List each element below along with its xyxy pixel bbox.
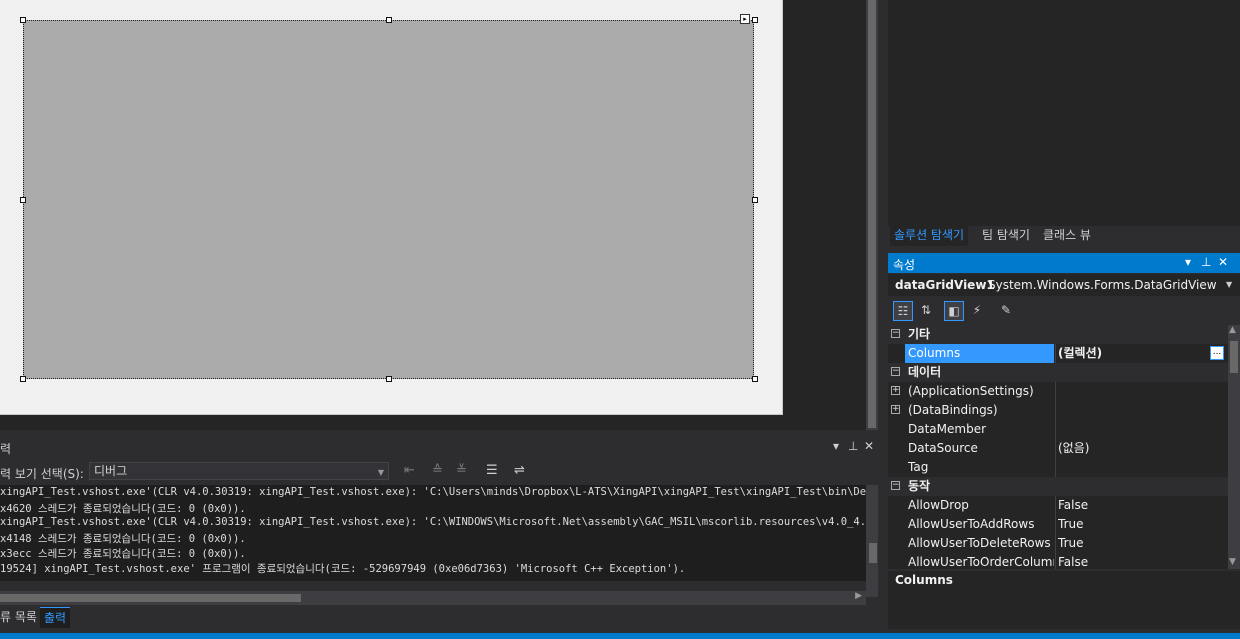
status-bar bbox=[0, 633, 1240, 639]
scrollbar-thumb[interactable] bbox=[868, 0, 876, 428]
property-row-data-source[interactable]: DataSource (없음) bbox=[888, 439, 1228, 458]
resize-handle-top[interactable] bbox=[386, 17, 392, 23]
scroll-up-icon[interactable]: ▲ bbox=[1229, 325, 1236, 335]
category-behavior[interactable]: − 동작 bbox=[888, 477, 1228, 496]
output-horizontal-scrollbar[interactable]: ▶ bbox=[0, 591, 866, 605]
window-position-icon[interactable]: ▾ bbox=[1185, 255, 1191, 269]
scrollbar-thumb[interactable] bbox=[1230, 341, 1238, 373]
collapse-icon[interactable]: − bbox=[891, 367, 900, 376]
close-icon[interactable]: ✕ bbox=[1218, 255, 1228, 269]
show-output-from-label: 력 보기 선택(S): bbox=[0, 467, 84, 481]
property-grid-scrollbar[interactable]: ▲ ▼ bbox=[1228, 325, 1240, 569]
output-line: x4620 스레드가 종료되었습니다(코드: 0 (0x0)). bbox=[0, 503, 246, 515]
output-line: xingAPI_Test.vshost.exe'(CLR v4.0.30319:… bbox=[0, 516, 866, 528]
resize-handle-bottom[interactable] bbox=[386, 376, 392, 382]
resize-handle-right[interactable] bbox=[752, 197, 758, 203]
output-line: x3ecc 스레드가 종료되었습니다(코드: 0 (0x0)). bbox=[0, 548, 246, 560]
resize-handle-left[interactable] bbox=[20, 197, 26, 203]
output-panel: 력 ▾ ⊥ ✕ 력 보기 선택(S): 디버그 ▼ ⇤ ≙ ≚ ☰ ⇌ xing… bbox=[0, 433, 880, 639]
properties-icon[interactable]: ◧ bbox=[944, 301, 964, 321]
category-data[interactable]: − 데이터 bbox=[888, 363, 1228, 382]
tab-error-list[interactable]: 류 목록 bbox=[0, 607, 41, 627]
scrollbar-thumb[interactable] bbox=[869, 543, 877, 563]
word-wrap-icon[interactable]: ⇌ bbox=[514, 463, 525, 478]
collapse-icon[interactable]: − bbox=[891, 481, 900, 490]
chevron-down-icon[interactable]: ▼ bbox=[1226, 280, 1232, 289]
resize-handle-top-right[interactable] bbox=[752, 17, 758, 23]
output-text-area[interactable]: xingAPI_Test.vshost.exe'(CLR v4.0.30319:… bbox=[0, 485, 866, 581]
property-description-pane: Columns bbox=[888, 571, 1240, 629]
property-row-data-member[interactable]: DataMember bbox=[888, 420, 1228, 439]
property-row-allow-user-to-order-columns[interactable]: AllowUserToOrderColumns False bbox=[888, 553, 1228, 569]
property-row-allow-user-to-delete-rows[interactable]: AllowUserToDeleteRows True bbox=[888, 534, 1228, 553]
object-name: dataGridView1 bbox=[895, 278, 995, 292]
right-tool-column: 솔루션 탐색기 팀 탐색기 클래스 뷰 속성 ▾ ⊥ ✕ dataGridVie… bbox=[878, 0, 1240, 633]
property-row-data-bindings[interactable]: + (DataBindings) bbox=[888, 401, 1228, 420]
output-panel-header: 력 ▾ ⊥ ✕ bbox=[0, 433, 880, 461]
chevron-down-icon: ▼ bbox=[377, 468, 384, 477]
scrollbar-thumb[interactable] bbox=[0, 594, 301, 602]
output-toolbar: 력 보기 선택(S): 디버그 ▼ ⇤ ≙ ≚ ☰ ⇌ bbox=[0, 461, 880, 483]
property-row-columns[interactable]: Columns (컬렉션) ... bbox=[888, 344, 1228, 363]
collapse-icon[interactable]: − bbox=[891, 329, 900, 338]
smart-tag-arrow-icon[interactable]: ▸ bbox=[740, 14, 750, 24]
resize-handle-bottom-right[interactable] bbox=[752, 376, 758, 382]
output-source-value: 디버그 bbox=[94, 464, 128, 478]
ellipsis-button[interactable]: ... bbox=[1210, 346, 1224, 360]
property-pages-wrench-icon[interactable]: ✎ bbox=[996, 301, 1016, 321]
expand-icon[interactable]: + bbox=[891, 405, 900, 414]
output-panel-title: 력 bbox=[0, 442, 12, 456]
output-source-select[interactable]: 디버그 ▼ bbox=[89, 462, 389, 480]
property-row-allow-drop[interactable]: AllowDrop False bbox=[888, 496, 1228, 515]
clear-all-icon[interactable]: ☰ bbox=[486, 463, 498, 478]
output-line: xingAPI_Test.vshost.exe'(CLR v4.0.30319:… bbox=[0, 486, 866, 498]
property-row-application-settings[interactable]: + (ApplicationSettings) bbox=[888, 382, 1228, 401]
explorer-tab-strip: 솔루션 탐색기 팀 탐색기 클래스 뷰 bbox=[888, 224, 1240, 248]
category-misc[interactable]: − 기타 bbox=[888, 325, 1228, 344]
property-row-tag[interactable]: Tag bbox=[888, 458, 1228, 477]
next-message-icon[interactable]: ≚ bbox=[456, 463, 467, 478]
scroll-right-icon[interactable]: ▶ bbox=[855, 591, 862, 601]
close-icon[interactable]: ✕ bbox=[864, 439, 874, 453]
designer-vertical-scrollbar[interactable] bbox=[866, 0, 878, 430]
pin-icon[interactable]: ⊥ bbox=[848, 439, 858, 453]
output-line: x4148 스레드가 종료되었습니다(코드: 0 (0x0)). bbox=[0, 533, 246, 545]
window-position-icon[interactable]: ▾ bbox=[833, 439, 839, 453]
expand-icon[interactable]: + bbox=[891, 386, 900, 395]
tab-team-explorer[interactable]: 팀 탐색기 bbox=[978, 224, 1034, 246]
solution-explorer-area[interactable] bbox=[888, 0, 1240, 226]
properties-toolbar: ☷ ⇅ ◧ ⚡ ✎ bbox=[888, 298, 1240, 324]
object-selector[interactable]: dataGridView1 System.Windows.Forms.DataG… bbox=[888, 274, 1240, 296]
alphabetical-icon[interactable]: ⇅ bbox=[916, 301, 936, 321]
find-message-icon[interactable]: ⇤ bbox=[404, 463, 415, 478]
tab-solution-explorer[interactable]: 솔루션 탐색기 bbox=[890, 224, 969, 246]
tab-output[interactable]: 출력 bbox=[40, 607, 71, 628]
datagridview-control[interactable] bbox=[23, 20, 754, 379]
tab-class-view[interactable]: 클래스 뷰 bbox=[1039, 224, 1095, 246]
description-title: Columns bbox=[895, 573, 953, 587]
property-grid: − 기타 Columns (컬렉션) ... − 데이터 + (Applicat… bbox=[888, 325, 1228, 569]
properties-header: 속성 ▾ ⊥ ✕ bbox=[888, 253, 1240, 273]
resize-handle-top-left[interactable] bbox=[20, 17, 26, 23]
events-lightning-icon[interactable]: ⚡ bbox=[967, 301, 987, 321]
resize-handle-bottom-left[interactable] bbox=[20, 376, 26, 382]
object-type: System.Windows.Forms.DataGridView bbox=[988, 278, 1217, 292]
properties-title: 속성 bbox=[893, 258, 916, 272]
property-row-allow-user-to-add-rows[interactable]: AllowUserToAddRows True bbox=[888, 515, 1228, 534]
bottom-tab-strip: 류 목록 출력 bbox=[0, 605, 880, 631]
output-line: 19524] xingAPI_Test.vshost.exe' 프로그램이 종료… bbox=[0, 563, 686, 575]
form-designer: ▸ bbox=[0, 0, 866, 430]
scroll-down-icon[interactable]: ▼ bbox=[1229, 557, 1236, 567]
categorized-icon[interactable]: ☷ bbox=[893, 301, 913, 321]
pin-icon[interactable]: ⊥ bbox=[1201, 255, 1211, 269]
previous-message-icon[interactable]: ≙ bbox=[432, 463, 443, 478]
